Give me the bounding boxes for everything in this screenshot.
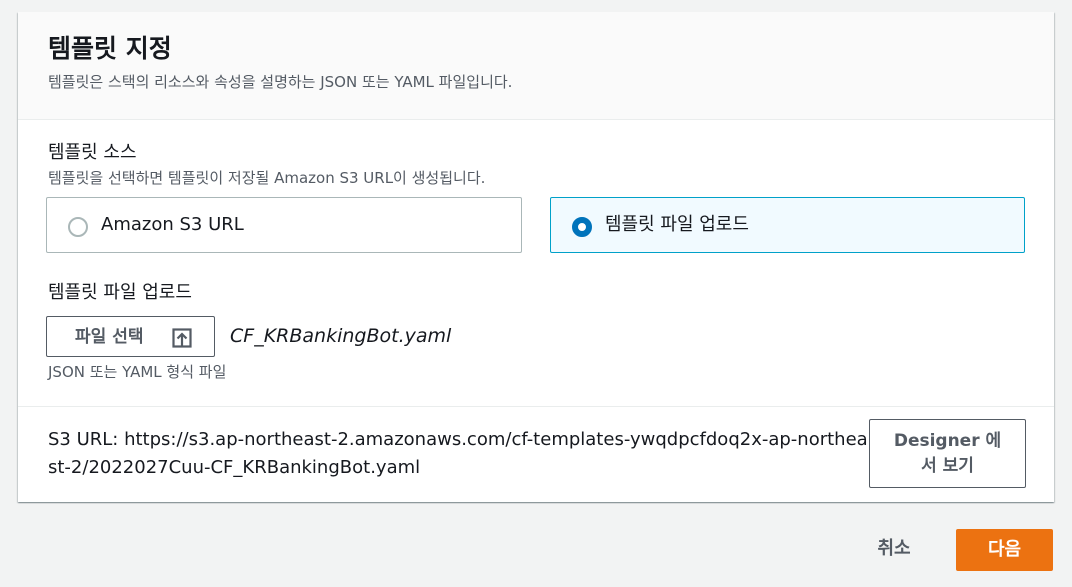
s3-url-text: S3 URL: https://s3.ap-northeast-2.amazon… [48, 429, 868, 478]
radio-button-selected[interactable] [572, 217, 592, 237]
upload-icon [172, 328, 192, 348]
template-source-label: 템플릿 소스 [48, 142, 137, 163]
panel-title: 템플릿 지정 [48, 34, 172, 63]
selected-file-name: CF_KRBankingBot.yaml [230, 325, 452, 347]
cancel-button[interactable]: 취소 [860, 533, 928, 565]
view-in-designer-button[interactable]: Designer 에서 보기 [869, 419, 1026, 488]
option-label: 템플릿 파일 업로드 [605, 214, 749, 235]
choose-file-label: 파일 선택 [75, 327, 144, 347]
file-format-hint: JSON 또는 YAML 형식 파일 [48, 363, 227, 381]
specify-template-panel: 템플릿 지정 템플릿은 스택의 리소스와 속성을 설명하는 JSON 또는 YA… [18, 12, 1054, 502]
option-amazon-s3-url[interactable]: Amazon S3 URL [46, 197, 522, 253]
radio-button[interactable] [68, 217, 88, 237]
panel-header: 템플릿 지정 템플릿은 스택의 리소스와 속성을 설명하는 JSON 또는 YA… [18, 12, 1054, 120]
option-label: Amazon S3 URL [101, 214, 244, 235]
divider [18, 406, 1054, 407]
panel-description: 템플릿은 스택의 리소스와 속성을 설명하는 JSON 또는 YAML 파일입니… [48, 73, 513, 91]
next-button[interactable]: 다음 [956, 529, 1053, 571]
choose-file-button[interactable]: 파일 선택 [46, 316, 215, 357]
option-upload-template-file[interactable]: 템플릿 파일 업로드 [550, 197, 1025, 253]
view-in-designer-label: Designer 에서 보기 [893, 431, 1002, 476]
template-source-description: 템플릿을 선택하면 템플릿이 저장될 Amazon S3 URL이 생성됩니다. [48, 169, 486, 187]
upload-template-file-label: 템플릿 파일 업로드 [48, 282, 192, 303]
